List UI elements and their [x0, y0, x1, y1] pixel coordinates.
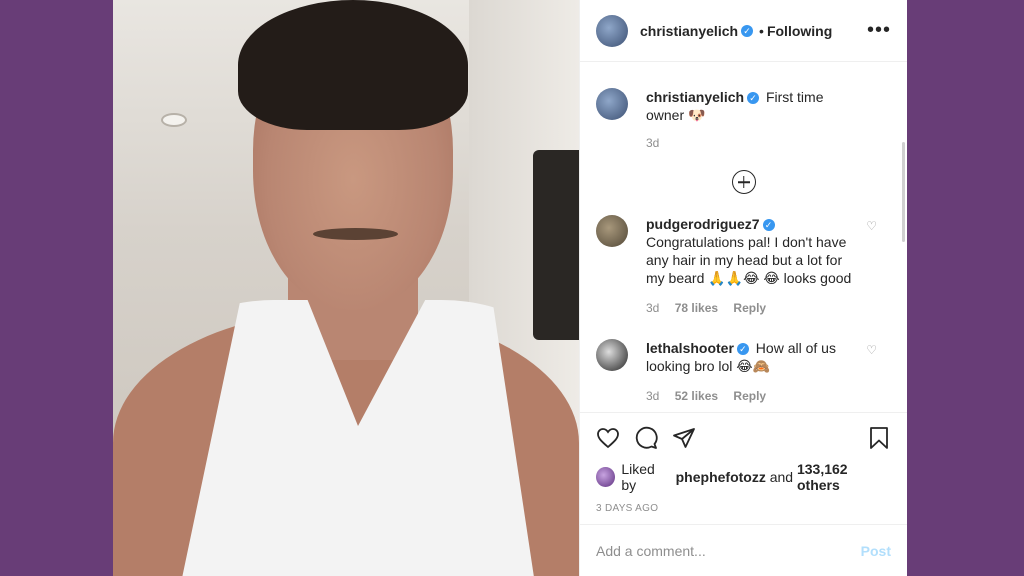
load-more-comments-icon[interactable] — [731, 170, 756, 194]
add-comment-bar: Post — [580, 524, 907, 576]
caption-username[interactable]: christianyelich — [646, 89, 744, 105]
comment-likes[interactable]: 78 likes — [675, 301, 718, 315]
photo-hair — [238, 0, 468, 130]
comment-icon[interactable] — [634, 426, 658, 450]
comment-input[interactable] — [596, 542, 861, 559]
comment-item: lethalshooter ✓ How all of us looking bro… — [596, 339, 891, 405]
caption-time: 3d — [646, 136, 660, 150]
post-photo[interactable] — [113, 0, 579, 576]
verified-icon: ✓ — [747, 92, 760, 105]
comment-meta: 3d 52 likes Reply — [646, 387, 861, 405]
post-button[interactable]: Post — [861, 543, 891, 559]
comment-time: 3d — [646, 389, 660, 403]
heart-icon[interactable] — [596, 426, 620, 450]
comment-like-icon[interactable]: ♡ — [866, 219, 877, 233]
header-user: christianyelich ✓ • Following — [640, 23, 832, 39]
comment-text: Congratulations pal! I don't have any ha… — [646, 234, 852, 286]
comment-username[interactable]: pudgerodriguez7 — [646, 216, 760, 232]
comment-meta: 3d 78 likes Reply — [646, 299, 861, 317]
avatar[interactable] — [596, 14, 628, 47]
bookmark-icon[interactable] — [867, 426, 891, 450]
liked-by-user[interactable]: phephefotozz — [676, 469, 766, 485]
comment-avatar[interactable] — [596, 215, 628, 247]
post-side-panel: christianyelich ✓ • Following ••• christ… — [579, 0, 907, 576]
post-header: christianyelich ✓ • Following ••• — [580, 0, 907, 62]
verified-icon: ✓ — [736, 343, 749, 356]
verified-icon: ✓ — [762, 219, 775, 232]
following-button[interactable]: Following — [767, 23, 832, 39]
liked-by: Liked by phephefotozz and 133,162 others — [596, 461, 891, 493]
comment-like-icon[interactable]: ♡ — [866, 343, 877, 357]
comment-body: pudgerodriguez7 ✓ Congratulations pal! I … — [646, 215, 861, 317]
post-actions: Liked by phephefotozz and 133,162 others… — [580, 412, 907, 524]
reply-button[interactable]: Reply — [733, 301, 766, 315]
comment-username[interactable]: lethalshooter — [646, 340, 734, 356]
comments-section[interactable]: christianyelich ✓ First time owner 🐶 3d p… — [580, 62, 907, 412]
liker-avatar[interactable] — [596, 467, 616, 487]
reply-button[interactable]: Reply — [733, 389, 766, 403]
caption-body: christianyelich ✓ First time owner 🐶 3d — [646, 88, 861, 152]
share-icon[interactable] — [672, 426, 696, 450]
comments-scrollbar[interactable] — [902, 142, 905, 242]
comment-avatar[interactable] — [596, 339, 628, 371]
photo-window — [533, 150, 579, 340]
caption: christianyelich ✓ First time owner 🐶 3d — [596, 62, 891, 152]
verified-icon: ✓ — [741, 24, 754, 37]
caption-avatar[interactable] — [596, 88, 628, 120]
photo-mustache — [313, 228, 398, 240]
load-more — [596, 170, 891, 199]
comment-likes[interactable]: 52 likes — [675, 389, 718, 403]
liked-by-and: and — [769, 469, 794, 485]
header-separator: • — [759, 22, 764, 39]
comment-body: lethalshooter ✓ How all of us looking bro… — [646, 339, 861, 405]
liked-by-others[interactable]: 133,162 others — [797, 461, 891, 493]
comment-time: 3d — [646, 301, 660, 315]
more-options-icon[interactable]: ••• — [867, 19, 891, 42]
action-icons — [596, 423, 891, 453]
instagram-post: christianyelich ✓ • Following ••• christ… — [113, 0, 907, 576]
post-date: 3 DAYS AGO — [596, 503, 659, 514]
liked-by-prefix: Liked by — [621, 461, 655, 493]
comment-item: pudgerodriguez7 ✓ Congratulations pal! I … — [596, 215, 891, 317]
header-username[interactable]: christianyelich — [640, 23, 738, 39]
photo-ceiling-light — [161, 113, 187, 127]
